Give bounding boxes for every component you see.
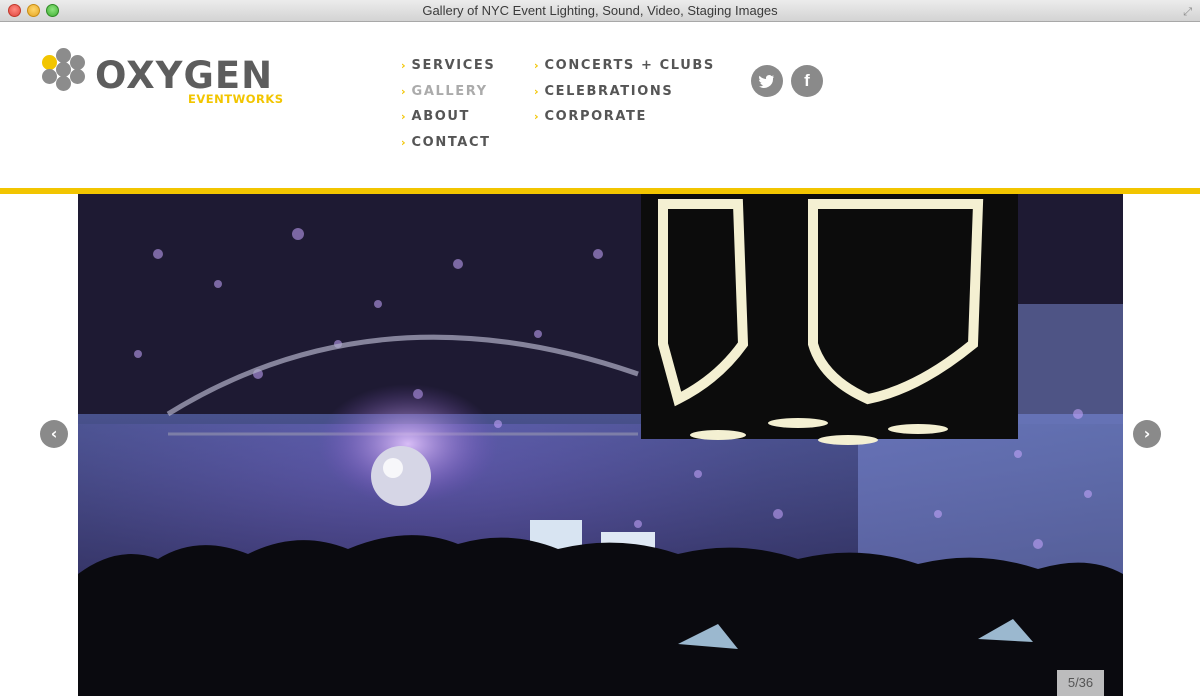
nav-gallery[interactable]: › GALLERY	[401, 84, 495, 110]
twitter-icon[interactable]	[751, 65, 783, 97]
chevron-right-icon: ›	[401, 59, 406, 72]
logo-tagline: EVENTWORKS	[188, 92, 284, 106]
logo-dot	[56, 48, 71, 63]
logo-dot	[42, 69, 57, 84]
chevron-right-icon: ›	[1143, 424, 1151, 443]
nav-celebrations[interactable]: › CELEBRATIONS	[534, 84, 715, 110]
window-titlebar: Gallery of NYC Event Lighting, Sound, Vi…	[0, 0, 1200, 22]
next-slide-button[interactable]: ›	[1133, 420, 1161, 448]
chevron-right-icon: ›	[401, 110, 406, 124]
nav-about[interactable]: › ABOUT	[401, 109, 495, 135]
event-photo[interactable]	[78, 194, 1123, 696]
event-photo-illustration	[78, 194, 1123, 696]
logo-dot	[42, 55, 57, 70]
gallery-slideshow: ‹ › 5/36	[0, 194, 1200, 696]
chevron-right-icon: ›	[534, 110, 539, 124]
chevron-right-icon: ›	[534, 84, 539, 98]
nav-services[interactable]: › SERVICES	[401, 58, 495, 84]
logo-dot	[56, 76, 71, 91]
site-header: OXYGEN EVENTWORKS › SERVICES › GALLERY › AB…	[0, 22, 1200, 188]
chevron-left-icon: ‹	[50, 424, 58, 443]
nav-contact[interactable]: › CONTACT	[401, 135, 495, 161]
chevron-right-icon: ›	[401, 84, 406, 98]
window-title: Gallery of NYC Event Lighting, Sound, Vi…	[422, 3, 778, 18]
logo-dot	[56, 62, 71, 77]
site-logo[interactable]: OXYGEN EVENTWORKS	[42, 48, 332, 128]
main-nav-primary: › SERVICES › GALLERY › ABOUT › CONTACT	[401, 58, 495, 161]
chevron-right-icon: ›	[401, 136, 406, 150]
previous-slide-button[interactable]: ‹	[40, 420, 68, 448]
facebook-icon[interactable]: f	[791, 65, 823, 97]
fullscreen-icon[interactable]: ⤢	[1183, 5, 1192, 19]
twitter-bird-icon	[759, 75, 774, 88]
nav-corporate[interactable]: › CORPORATE	[534, 109, 715, 135]
logo-dot	[70, 69, 85, 84]
chevron-right-icon: ›	[534, 59, 539, 72]
main-nav-events: › CONCERTS + CLUBS › CELEBRATIONS › CORPORA…	[534, 58, 715, 135]
logo-dot	[70, 55, 85, 70]
nav-concerts-clubs[interactable]: › CONCERTS + CLUBS	[534, 58, 715, 84]
logo-wordmark: OXYGEN	[95, 54, 274, 97]
slide-counter: 5/36	[1057, 670, 1104, 696]
